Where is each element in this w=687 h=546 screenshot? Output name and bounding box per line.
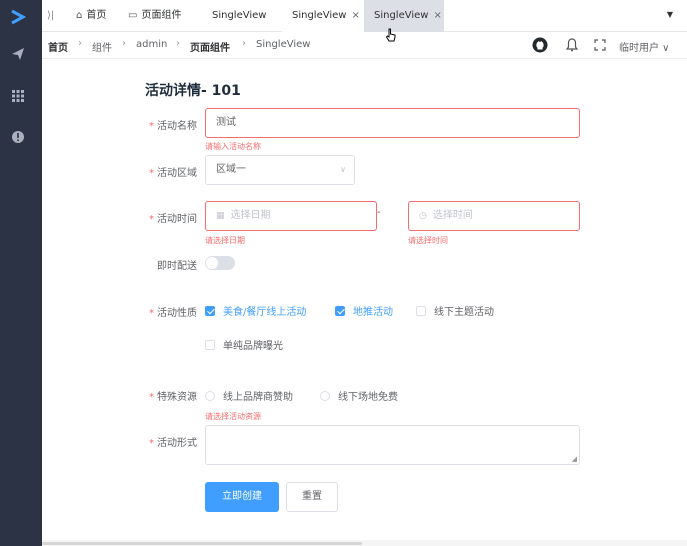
chevron-right-icon: › xyxy=(242,38,246,49)
collapse-sidebar-icon[interactable]: ⟩| xyxy=(47,10,54,21)
radio-circle xyxy=(320,390,330,401)
main-area: ⟩| ⌂ 首页 ▭ 页面组件 SingleView SingleView × S… xyxy=(42,0,687,546)
type-label: * 活动性质 xyxy=(149,308,197,319)
tab-label: SingleView xyxy=(212,10,267,21)
home-icon: ⌂ xyxy=(76,10,83,21)
name-error: 请输入活动名称 xyxy=(205,142,261,151)
chevron-down-icon: ∨ xyxy=(340,165,346,174)
tab-singleview-3[interactable]: SingleView × xyxy=(364,0,444,32)
tab-singleview-1[interactable]: SingleView xyxy=(212,0,266,32)
resource-error: 请选择活动资源 xyxy=(205,412,261,421)
calendar-icon: ▦ xyxy=(216,211,225,221)
breadcrumb-item[interactable]: admin xyxy=(136,39,167,50)
checkbox-box xyxy=(335,305,345,316)
fullscreen-icon[interactable] xyxy=(594,39,606,51)
resource-radio-sponsor[interactable]: 线上品牌商赞助 xyxy=(205,388,293,403)
tab-home[interactable]: ⌂ 首页 xyxy=(76,0,106,32)
bell-icon[interactable] xyxy=(566,38,578,52)
tab-bar: ⟩| ⌂ 首页 ▭ 页面组件 SingleView SingleView × S… xyxy=(42,0,687,32)
tab-label: 首页 xyxy=(86,10,107,21)
tab-label: SingleView xyxy=(292,10,347,21)
clock-icon: ◷ xyxy=(419,211,427,221)
time-separator: - xyxy=(377,207,381,218)
breadcrumb-item[interactable]: 页面组件 xyxy=(190,39,230,54)
region-select[interactable]: 区域一 ∨ xyxy=(205,155,355,185)
time-error: 请选择时间 xyxy=(408,236,448,245)
form-title: 活动详情- 101 xyxy=(145,83,241,99)
chevron-right-icon: › xyxy=(176,38,180,49)
tab-label: SingleView xyxy=(374,10,429,21)
date-picker[interactable]: ▦ 选择日期 xyxy=(205,201,377,231)
region-label: * 活动区域 xyxy=(149,168,197,179)
time-label: * 活动时间 xyxy=(149,214,197,225)
radio-circle xyxy=(205,390,215,401)
tab-singleview-2[interactable]: SingleView × xyxy=(282,0,370,32)
resource-label: * 特殊资源 xyxy=(149,392,197,403)
type-checkbox-brand[interactable]: 单纯品牌曝光 xyxy=(205,337,283,352)
delivery-switch[interactable] xyxy=(205,256,235,270)
breadcrumb-item[interactable]: 组件 xyxy=(92,39,112,54)
chevron-right-icon: › xyxy=(78,38,82,49)
close-icon[interactable]: × xyxy=(433,0,441,32)
mouse-pointer-icon xyxy=(385,28,396,42)
github-icon[interactable] xyxy=(532,37,548,53)
switch-knob xyxy=(206,257,218,269)
delivery-label: 即时配送 xyxy=(157,261,197,272)
breadcrumb-bar: 首页 › 组件 › admin › 页面组件 › SingleView 临时用户… xyxy=(42,33,687,59)
checkbox-box xyxy=(205,305,215,316)
create-button[interactable]: 立即创建 xyxy=(205,482,279,512)
resize-grip-icon[interactable]: ◢ xyxy=(572,455,577,463)
date-error: 请选择日期 xyxy=(205,236,245,245)
close-icon[interactable]: × xyxy=(351,0,359,32)
time-picker[interactable]: ◷ 选择时间 xyxy=(408,201,580,231)
resource-radio-venue[interactable]: 线下场地免费 xyxy=(320,388,398,403)
layout-icon: ▭ xyxy=(128,10,138,21)
checkbox-box xyxy=(205,339,215,350)
desc-label: * 活动形式 xyxy=(149,438,197,449)
send-icon[interactable] xyxy=(11,47,25,61)
name-input[interactable]: 测试 xyxy=(205,108,580,138)
desc-textarea[interactable]: ◢ xyxy=(205,425,580,465)
grid-icon[interactable] xyxy=(11,89,25,103)
chevron-right-icon: › xyxy=(122,38,126,49)
tab-label: 页面组件 xyxy=(141,10,182,21)
info-icon[interactable] xyxy=(11,130,25,144)
name-label: * 活动名称 xyxy=(149,121,197,132)
breadcrumb-current: SingleView xyxy=(256,39,311,50)
horizontal-scrollbar[interactable] xyxy=(42,540,687,546)
tab-page-components[interactable]: ▭ 页面组件 xyxy=(128,0,181,32)
tab-dropdown-icon[interactable]: ▼ xyxy=(667,10,673,19)
reset-button[interactable]: 重置 xyxy=(286,482,338,512)
type-checkbox-offline[interactable]: 线下主题活动 xyxy=(416,303,494,318)
user-menu[interactable]: 临时用户 ∨ xyxy=(619,39,670,54)
type-checkbox-food[interactable]: 美食/餐厅线上活动 xyxy=(205,303,306,318)
scrollbar-thumb[interactable] xyxy=(42,542,362,545)
logo-chevron-icon[interactable] xyxy=(9,9,29,25)
checkbox-box xyxy=(416,305,426,316)
breadcrumb-item[interactable]: 首页 xyxy=(48,39,68,54)
sidebar xyxy=(0,0,42,546)
type-checkbox-ground[interactable]: 地推活动 xyxy=(335,303,393,318)
